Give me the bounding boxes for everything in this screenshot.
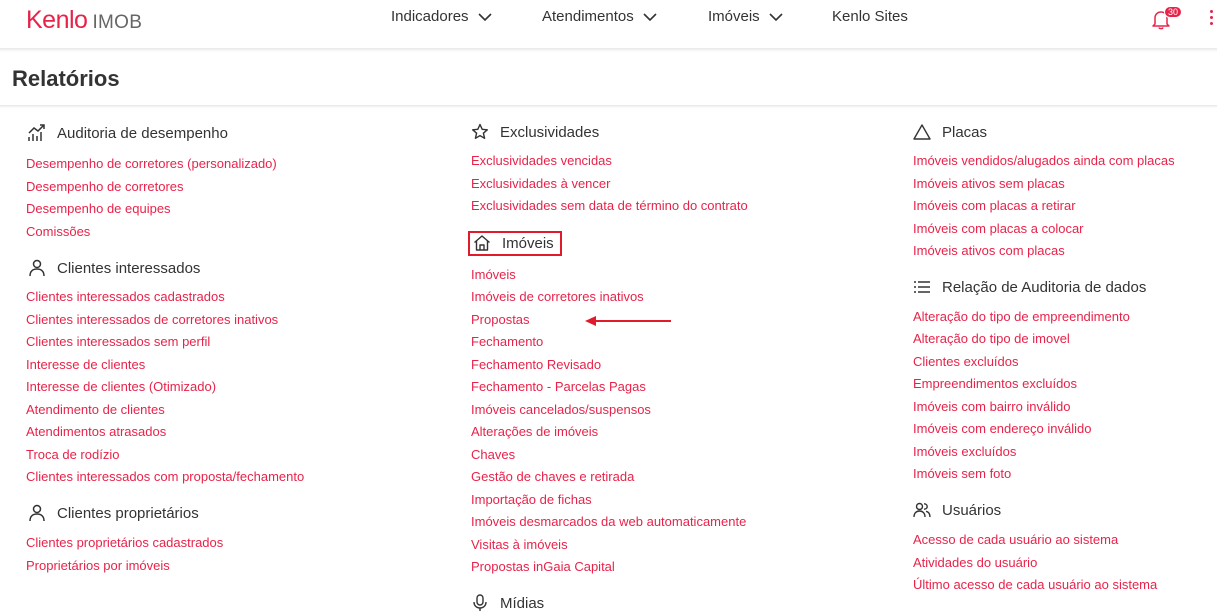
section-title: Imóveis [502, 234, 554, 252]
report-link[interactable]: Exclusividades vencidas [471, 153, 612, 168]
report-link[interactable]: Fechamento [471, 334, 543, 349]
report-link[interactable]: Imóveis com bairro inválido [913, 399, 1071, 414]
section-title: Auditoria de desempenho [57, 124, 228, 142]
report-link[interactable]: Imóveis ativos com placas [913, 243, 1065, 258]
report-link[interactable]: Atendimentos atrasados [26, 424, 166, 439]
report-link[interactable]: Clientes interessados sem perfil [26, 334, 210, 349]
report-link[interactable]: Clientes proprietários cadastrados [26, 535, 223, 550]
section-title: Mídias [500, 594, 545, 612]
logo-product: IMOB [92, 12, 143, 33]
report-link[interactable]: Atividades do usuário [913, 555, 1037, 570]
section-usuarios: Usuários [913, 501, 1001, 519]
logo-brand: Kenlo [26, 6, 88, 34]
users-icon [913, 502, 931, 518]
report-link[interactable]: Imóveis [471, 267, 516, 282]
chevron-down-icon [769, 12, 783, 21]
chevron-down-icon [643, 12, 657, 21]
report-link[interactable]: Desempenho de corretores [26, 179, 184, 194]
header-divider [0, 48, 1217, 52]
report-link[interactable]: Alteração do tipo de imovel [913, 331, 1070, 346]
nav-kenlo-sites[interactable]: Kenlo Sites [832, 8, 908, 25]
report-link[interactable]: Chaves [471, 447, 515, 462]
report-link[interactable]: Alteração do tipo de empreendimento [913, 309, 1130, 324]
chevron-down-icon [477, 12, 492, 21]
report-link[interactable]: Exclusividades à vencer [471, 176, 610, 191]
section-title: Clientes interessados [57, 259, 201, 277]
report-link[interactable]: Imóveis cancelados/suspensos [471, 402, 651, 417]
section-imoveis: Imóveis [473, 234, 554, 252]
report-link[interactable]: Clientes excluídos [913, 354, 1019, 369]
notification-count-badge: 30 [1164, 6, 1183, 18]
report-link[interactable]: Último acesso de cada usuário ao sistema [913, 577, 1157, 592]
section-clientes-interessados: Clientes interessados [28, 259, 200, 277]
kenlo-imob-logo[interactable]: Kenlo IMOB [26, 6, 142, 34]
person-icon [29, 504, 45, 522]
nav-indicadores-label: Indicadores [391, 8, 469, 25]
page-title: Relatórios [12, 66, 120, 91]
section-midias: Mídias [471, 594, 544, 612]
nav-indicadores[interactable]: Indicadores [391, 8, 492, 25]
nav-imoveis-label: Imóveis [708, 8, 760, 25]
report-link[interactable]: Clientes interessados com proposta/fecha… [26, 469, 304, 484]
section-title: Relação de Auditoria de dados [942, 278, 1147, 296]
report-link[interactable]: Acesso de cada usuário ao sistema [913, 532, 1118, 547]
report-link[interactable]: Imóveis vendidos/alugados ainda com plac… [913, 153, 1175, 168]
microphone-icon [473, 594, 487, 611]
nav-imoveis[interactable]: Imóveis [708, 8, 783, 25]
report-link[interactable]: Imóveis ativos sem placas [913, 176, 1065, 191]
report-link-propostas[interactable]: Propostas [471, 312, 530, 327]
report-link[interactable]: Interesse de clientes [26, 357, 145, 372]
more-options-icon[interactable] [1210, 10, 1214, 28]
report-link[interactable]: Fechamento - Parcelas Pagas [471, 379, 646, 394]
home-icon [474, 235, 490, 251]
report-link[interactable]: Empreendimentos excluídos [913, 376, 1077, 391]
report-link[interactable]: Desempenho de equipes [26, 201, 171, 216]
report-link[interactable]: Importação de fichas [471, 492, 592, 507]
report-link[interactable]: Imóveis com placas a retirar [913, 198, 1076, 213]
report-link[interactable]: Alterações de imóveis [471, 424, 598, 439]
report-link[interactable]: Desempenho de corretores (personalizado) [26, 156, 277, 171]
report-link[interactable]: Clientes interessados cadastrados [26, 289, 225, 304]
report-link[interactable]: Imóveis com placas a colocar [913, 221, 1084, 236]
report-link[interactable]: Visitas à imóveis [471, 537, 568, 552]
section-title: Clientes proprietários [57, 504, 199, 522]
top-navigation-bar: Kenlo IMOB Indicadores Atendimentos Imóv… [0, 0, 1217, 48]
report-link[interactable]: Imóveis desmarcados da web automaticamen… [471, 514, 746, 529]
report-link[interactable]: Atendimento de clientes [26, 402, 165, 417]
nav-atendimentos[interactable]: Atendimentos [542, 8, 657, 25]
section-title: Placas [942, 123, 988, 141]
triangle-icon [913, 124, 931, 140]
section-title: Exclusividades [500, 123, 600, 141]
annotation-arrow-icon [585, 316, 671, 326]
report-link[interactable]: Imóveis de corretores inativos [471, 289, 644, 304]
report-link[interactable]: Gestão de chaves e retirada [471, 469, 634, 484]
section-exclusividades: Exclusividades [471, 123, 599, 141]
report-link[interactable]: Imóveis sem foto [913, 466, 1011, 481]
nav-atendimentos-label: Atendimentos [542, 8, 634, 25]
section-title: Usuários [942, 501, 1002, 519]
report-link[interactable]: Troca de rodízio [26, 447, 119, 462]
section-relacao-auditoria: Relação de Auditoria de dados [913, 278, 1146, 296]
list-icon [914, 281, 930, 293]
star-icon [472, 123, 488, 139]
report-link[interactable]: Clientes interessados de corretores inat… [26, 312, 278, 327]
report-link[interactable]: Propostas inGaia Capital [471, 559, 615, 574]
nav-kenlo-sites-label: Kenlo Sites [832, 8, 908, 25]
report-link[interactable]: Imóveis com endereço inválido [913, 421, 1091, 436]
report-link[interactable]: Comissões [26, 224, 90, 239]
section-placas: Placas [913, 123, 987, 141]
report-link[interactable]: Exclusividades sem data de término do co… [471, 198, 748, 213]
section-auditoria-desempenho: Auditoria de desempenho [28, 124, 228, 142]
person-icon [29, 259, 45, 277]
report-link[interactable]: Imóveis excluídos [913, 444, 1016, 459]
title-divider [0, 105, 1217, 108]
report-link[interactable]: Fechamento Revisado [471, 357, 601, 372]
section-clientes-proprietarios: Clientes proprietários [28, 504, 199, 522]
report-link[interactable]: Proprietários por imóveis [26, 558, 170, 573]
chart-trend-icon [28, 124, 45, 141]
report-link[interactable]: Interesse de clientes (Otimizado) [26, 379, 216, 394]
